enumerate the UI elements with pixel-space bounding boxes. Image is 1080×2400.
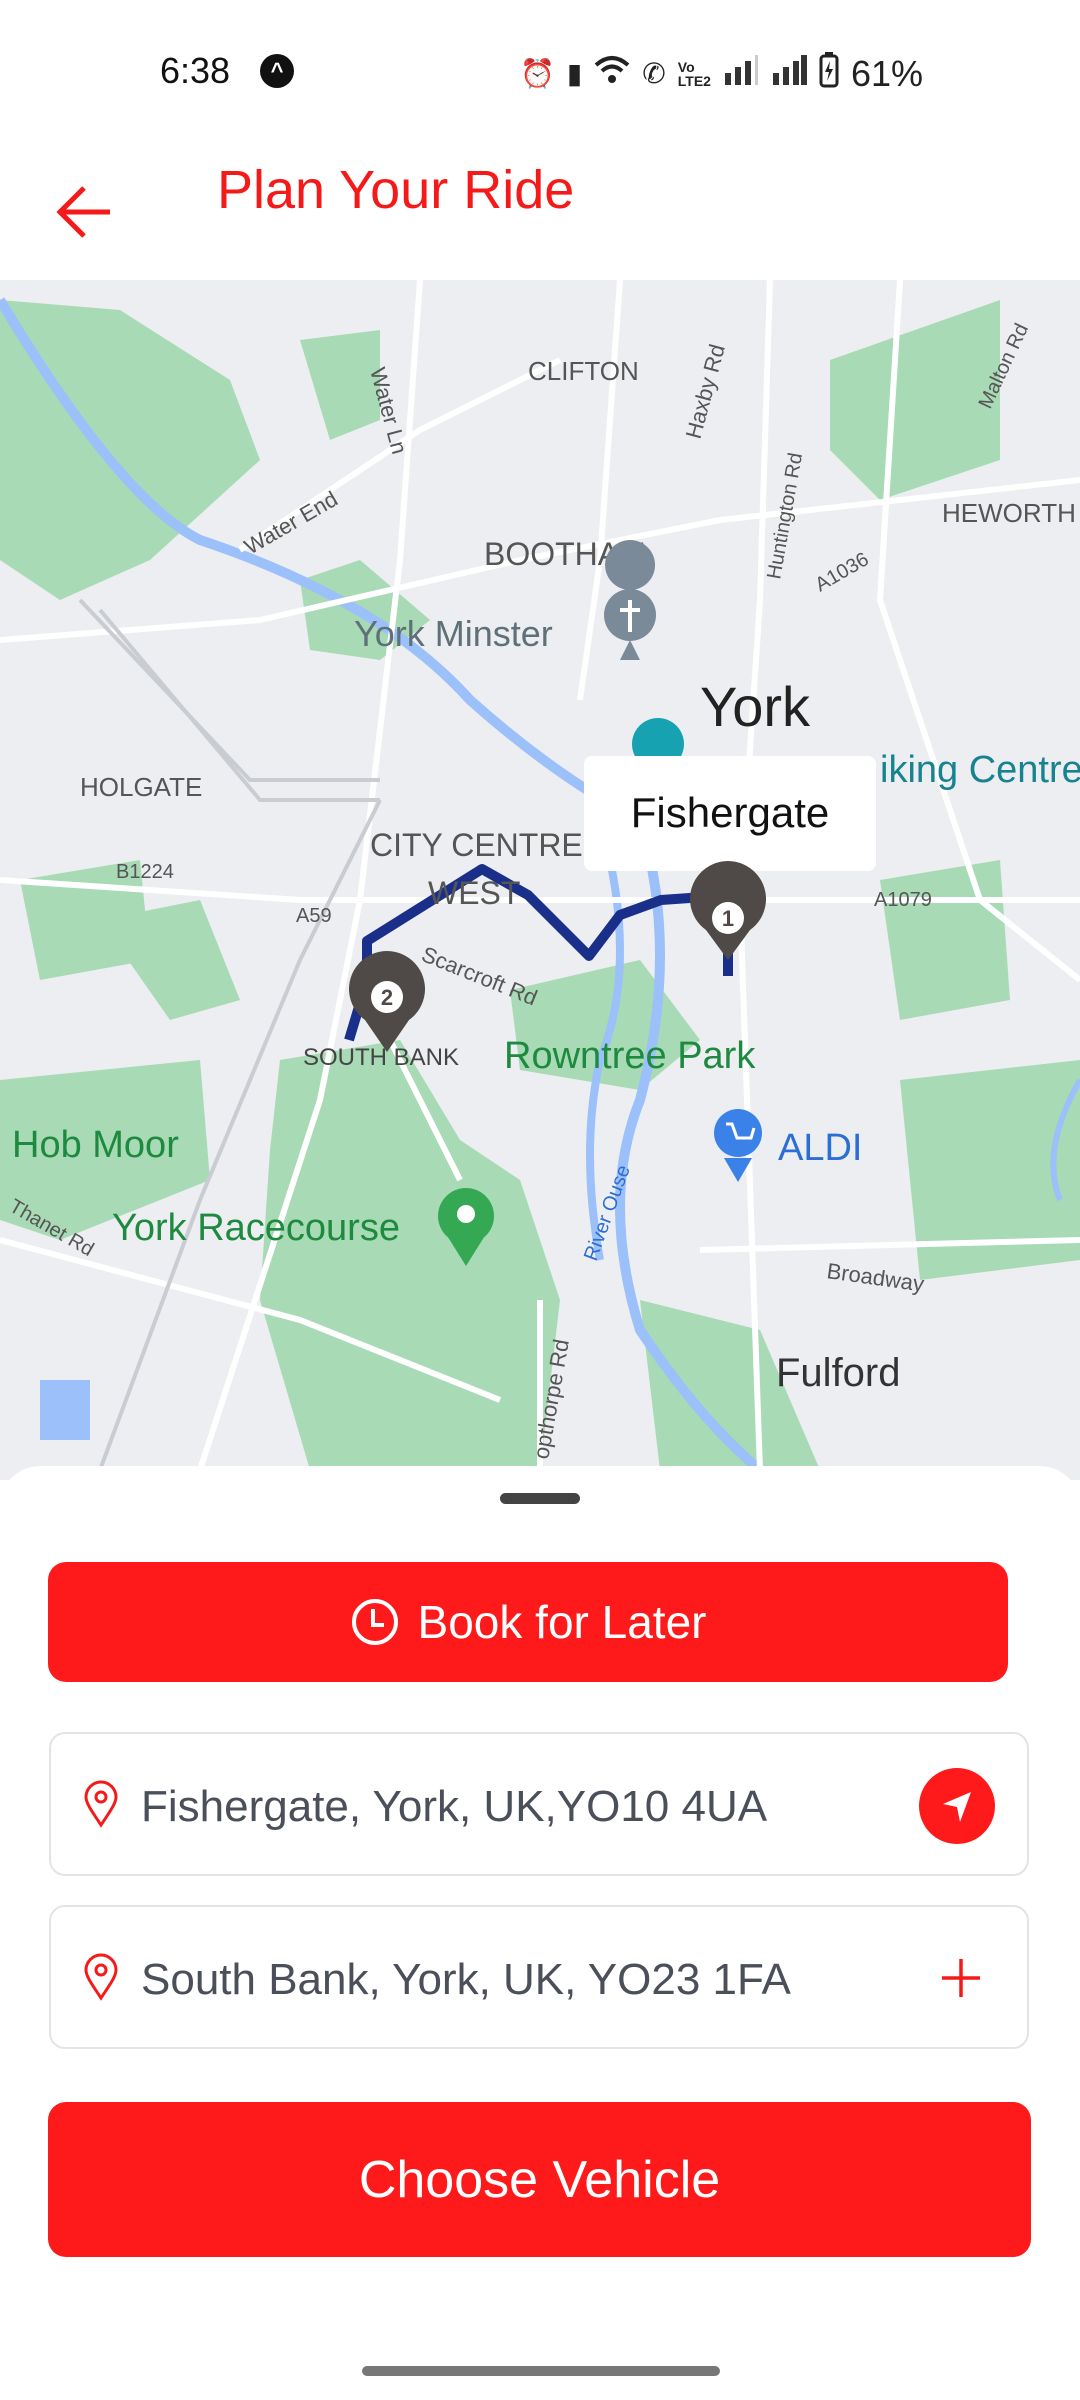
map-label: B1224 — [116, 861, 174, 883]
route-map[interactable]: CLIFTON Water Ln Haxby Rd Malton Rd Hunt… — [0, 279, 1080, 1480]
app-notification-icon: ^ — [260, 54, 294, 88]
map-label: HOLGATE — [80, 772, 202, 802]
map-label: Fulford — [776, 1351, 901, 1395]
battery-level: 61% — [850, 52, 924, 94]
map-label: ALDI — [778, 1127, 862, 1169]
marker-label: 2 — [381, 985, 393, 1010]
battery-charging-icon — [819, 52, 839, 95]
map-label: CITY CENTRE — [370, 827, 583, 863]
location-pin-icon — [84, 1780, 118, 1828]
alarm-icon: ⏰ — [520, 58, 555, 89]
dropoff-address[interactable]: South Bank, York, UK, YO23 1FA — [141, 1955, 791, 2005]
signal-icon — [723, 55, 759, 92]
marker-label: 1 — [722, 906, 734, 931]
map-label: Broadway — [825, 1258, 925, 1296]
marker-2[interactable]: 2 — [349, 951, 425, 1052]
map-label: Water End — [240, 486, 342, 559]
navigation-arrow-icon — [943, 1792, 971, 1822]
pickup-address[interactable]: Fishergate, York, UK,YO10 4UA — [141, 1782, 767, 1832]
map-label: York — [700, 675, 811, 738]
map-label: CLIFTON — [528, 356, 639, 386]
aldi-shopping-icon[interactable] — [714, 1109, 762, 1182]
add-stop-icon[interactable] — [931, 1947, 991, 2007]
map-label: York Minster — [354, 613, 553, 654]
home-indicator[interactable] — [362, 2366, 720, 2376]
dropoff-field[interactable]: South Bank, York, UK, YO23 1FA — [49, 1905, 1029, 2049]
choose-vehicle-button[interactable]: Choose Vehicle — [48, 2102, 1031, 2257]
status-icons: ⏰ ▮ ✆ Vo LTE2 61% — [520, 52, 923, 95]
map-label: A59 — [296, 905, 332, 927]
book-for-later-label: Book for Later — [417, 1596, 707, 1648]
location-pin-icon — [84, 1953, 118, 2001]
map-label: HEWORTH — [942, 498, 1076, 528]
fishergate-callout: Fishergate — [584, 756, 876, 871]
choose-vehicle-label: Choose Vehicle — [358, 2150, 721, 2209]
map-label: York Racecourse — [112, 1207, 400, 1249]
sheet-drag-handle[interactable] — [500, 1493, 580, 1504]
page-title: Plan Your Ride — [217, 160, 575, 220]
status-time: 6:38 — [160, 50, 231, 91]
status-bar: 6:38 ^ ⏰ ▮ ✆ Vo LTE2 61% — [0, 0, 1080, 140]
wifi-icon — [594, 55, 630, 92]
map-canvas[interactable]: CLIFTON Water Ln Haxby Rd Malton Rd Hunt… — [0, 279, 1080, 1480]
back-button[interactable] — [48, 170, 128, 250]
volte-icon: Vo LTE2 — [677, 58, 711, 89]
callout-text: Fishergate — [631, 789, 829, 836]
arrow-left-icon — [56, 186, 110, 238]
map-label: SOUTH BANK — [303, 1044, 459, 1071]
map-label: Haxby Rd — [681, 342, 730, 442]
marker-1[interactable]: 1 — [689, 861, 766, 960]
york-minster-icon[interactable] — [604, 540, 656, 660]
map-label: WEST — [428, 875, 520, 911]
signal-icon — [771, 55, 807, 92]
map-label: Scarcroft Rd — [418, 941, 541, 1010]
map-label: iking Centre — [880, 749, 1080, 791]
wifi-calling-icon: ✆ — [642, 58, 666, 89]
clock-icon — [351, 1599, 398, 1645]
map-label: Hob Moor — [12, 1124, 179, 1166]
pickup-field[interactable]: Fishergate, York, UK,YO10 4UA — [49, 1732, 1029, 1876]
map-label: Rowntree Park — [504, 1035, 756, 1077]
book-for-later-button[interactable]: Book for Later — [48, 1562, 1008, 1682]
current-location-button[interactable] — [919, 1768, 995, 1844]
map-label: A1036 — [812, 548, 873, 596]
vibrate-icon: ▮ — [566, 58, 583, 89]
map-label: A1079 — [874, 889, 932, 911]
